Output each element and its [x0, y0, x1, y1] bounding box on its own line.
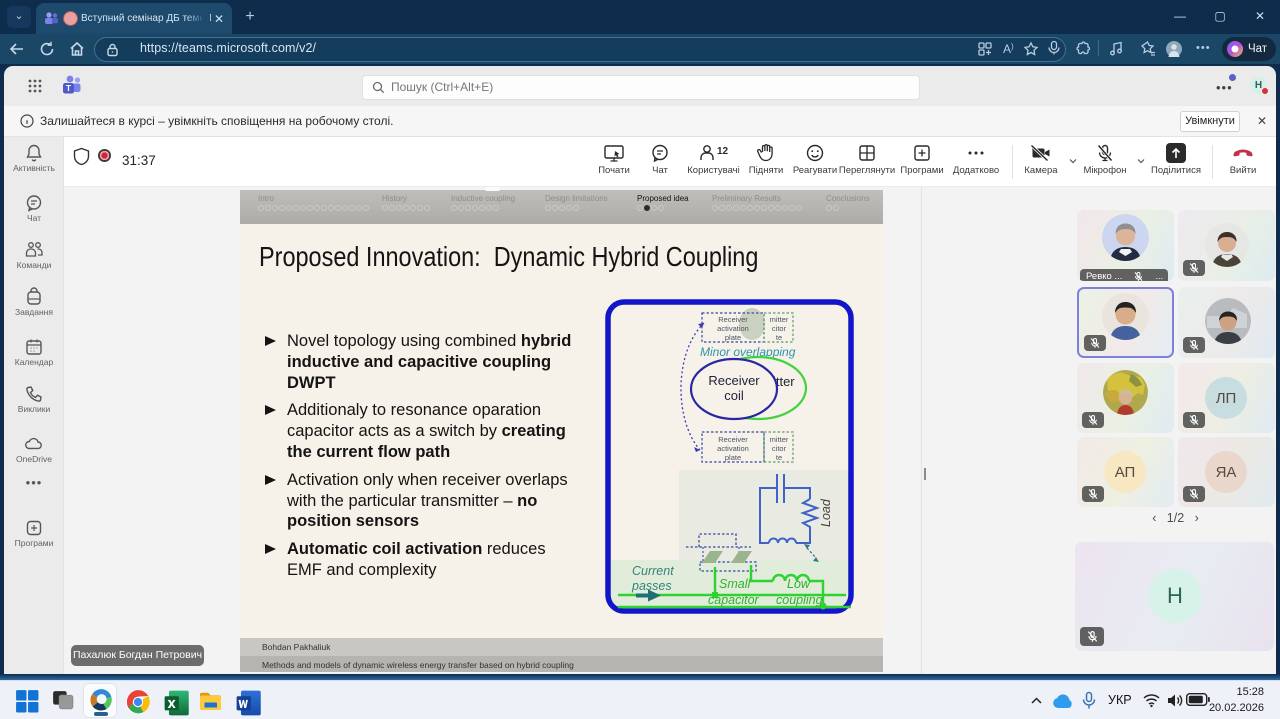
svg-text:citor: citor [772, 444, 787, 453]
svg-text:te: te [776, 333, 782, 342]
svg-text:Receiver: Receiver [718, 315, 748, 324]
svg-text:te: te [776, 453, 782, 462]
svg-text:Load: Load [819, 498, 833, 527]
svg-text:Receiver: Receiver [708, 373, 760, 388]
svg-text:activation: activation [717, 444, 749, 453]
svg-text:coil: coil [724, 388, 744, 403]
svg-text:citor: citor [772, 324, 787, 333]
svg-text:coupling: coupling [776, 593, 823, 607]
svg-text:mitter: mitter [770, 315, 789, 324]
svg-text:Receiver: Receiver [718, 435, 748, 444]
svg-text:12: 12 [717, 146, 729, 157]
svg-text:T: T [66, 83, 72, 93]
svg-text:capacitor: capacitor [708, 593, 760, 607]
svg-text:passes: passes [631, 579, 672, 593]
svg-text:activation: activation [717, 324, 749, 333]
svg-text:Low: Low [787, 577, 811, 591]
svg-text:plate: plate [725, 333, 741, 342]
svg-text:plate: plate [725, 453, 741, 462]
svg-text:mitter: mitter [770, 435, 789, 444]
svg-text:Current: Current [632, 564, 674, 578]
svg-text:Small: Small [719, 577, 751, 591]
